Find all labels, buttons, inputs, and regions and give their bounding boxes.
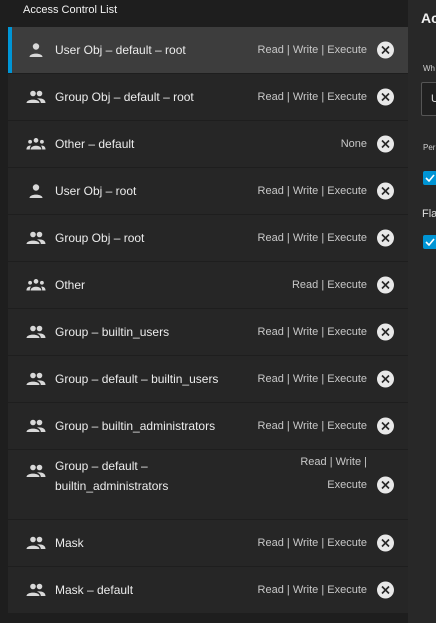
group-icon	[26, 230, 46, 246]
who-select[interactable]: U	[421, 82, 436, 116]
acl-entry-permissions: Read | Execute	[291, 278, 367, 291]
acl-entry-mask-default[interactable]: Mask – default Read | Write | Execute	[8, 566, 408, 613]
editor-title: Ac	[421, 10, 436, 26]
acl-entry-permissions: Read | Write | Execute	[257, 536, 367, 549]
acl-entry-group-builtin-users[interactable]: Group – builtin_users Read | Write | Exe…	[8, 308, 408, 355]
acl-entry-label: Group – default – builtin_users	[55, 372, 219, 386]
acl-entry-label: Other	[55, 278, 86, 292]
acl-entry-group-obj-default-root[interactable]: Group Obj – default – root Read | Write …	[8, 73, 408, 120]
acl-entry-label: Group Obj – root	[55, 231, 145, 245]
acl-entry-label: Group – builtin_users	[55, 325, 170, 339]
acl-entry-user-obj-default-root[interactable]: User Obj – default – root Read | Write |…	[8, 26, 408, 73]
acl-entry-group-obj-root[interactable]: Group Obj – root Read | Write | Execute	[8, 214, 408, 261]
acl-entry-label: Group Obj – default – root	[55, 90, 194, 104]
group-icon	[26, 463, 46, 479]
group-icon	[26, 324, 46, 340]
acl-entry-permissions: Read | Write | Execute	[257, 90, 367, 103]
acl-entry-permissions: Read | Write | Execute	[257, 583, 367, 596]
acl-entry-permissions: Read | Write | Execute	[257, 372, 367, 385]
who-label: Wh	[423, 64, 435, 73]
flags-checkbox[interactable]	[423, 235, 436, 249]
remove-entry-button[interactable]	[377, 41, 394, 59]
acl-entry-permissions: Read | Write | Execute	[257, 325, 367, 338]
acl-entry-permissions: Read | Write | Execute	[257, 43, 367, 56]
acl-entry-label-line: Group – default –	[55, 459, 148, 473]
close-icon	[381, 280, 390, 290]
acl-entry-label: User Obj – root	[55, 184, 137, 198]
user-icon	[26, 42, 46, 58]
close-icon	[381, 139, 390, 149]
acl-entry-permissions: Read | Write | Execute	[257, 419, 367, 432]
acl-entry-permissions-line: Execute	[327, 479, 367, 491]
acl-entry-label: Mask – default	[55, 583, 134, 597]
acl-entry-label: User Obj – default – root	[55, 43, 186, 57]
remove-entry-button[interactable]	[377, 323, 394, 341]
remove-entry-button[interactable]	[377, 534, 394, 552]
acl-entry-mask[interactable]: Mask Read | Write | Execute	[8, 519, 408, 566]
remove-entry-button[interactable]	[377, 370, 394, 388]
permissions-label: Per	[423, 143, 436, 152]
close-icon	[381, 538, 390, 548]
remove-entry-button[interactable]	[377, 135, 394, 153]
acl-entry-label: Group – builtin_administrators	[55, 419, 216, 433]
close-icon	[381, 45, 390, 55]
close-icon	[381, 585, 390, 595]
close-icon	[381, 480, 390, 489]
acl-entry-permissions: Read | Write | Execute	[277, 451, 367, 497]
acl-entry-permissions: None	[340, 137, 367, 150]
close-icon	[381, 92, 390, 102]
checkmark-icon	[425, 238, 435, 246]
acl-list: User Obj – default – root Read | Write |…	[8, 26, 408, 613]
group-icon	[26, 418, 46, 434]
others-icon	[26, 136, 46, 152]
remove-entry-button[interactable]	[377, 476, 394, 493]
remove-entry-button[interactable]	[377, 88, 394, 106]
flags-label: Fla	[422, 208, 436, 220]
checkmark-icon	[425, 174, 435, 182]
remove-entry-button[interactable]	[377, 229, 394, 247]
remove-entry-button[interactable]	[377, 182, 394, 200]
permission-checkbox[interactable]	[423, 171, 436, 185]
close-icon	[381, 374, 390, 384]
close-icon	[381, 186, 390, 196]
acl-entry-label: Mask	[55, 536, 84, 550]
close-icon	[381, 421, 390, 431]
acl-panel: Access Control List User Obj – default –…	[0, 0, 408, 623]
acl-entry-user-obj-root[interactable]: User Obj – root Read | Write | Execute	[8, 167, 408, 214]
acl-entry-permissions-line: Read | Write |	[300, 456, 367, 468]
acl-entry-label-line: builtin_administrators	[55, 479, 169, 493]
others-icon	[26, 277, 46, 293]
acl-entry-other-default[interactable]: Other – default None	[8, 120, 408, 167]
acl-entry-group-default-builtin-administrators[interactable]: Group – default – builtin_administrators…	[8, 449, 408, 519]
remove-entry-button[interactable]	[377, 276, 394, 294]
group-icon	[26, 535, 46, 551]
acl-entry-label: Other – default	[55, 137, 135, 151]
close-icon	[381, 327, 390, 337]
acl-entry-permissions: Read | Write | Execute	[257, 184, 367, 197]
acl-entry-permissions: Read | Write | Execute	[257, 231, 367, 244]
acl-section-title: Access Control List	[23, 4, 118, 16]
acl-entry-group-default-builtin-users[interactable]: Group – default – builtin_users Read | W…	[8, 355, 408, 402]
close-icon	[381, 233, 390, 243]
group-icon	[26, 89, 46, 105]
remove-entry-button[interactable]	[377, 417, 394, 435]
acl-entry-group-builtin-administrators[interactable]: Group – builtin_administrators Read | Wr…	[8, 402, 408, 449]
group-icon	[26, 582, 46, 598]
acl-entry-label: Group – default – builtin_administrators	[55, 456, 205, 496]
acl-editor-panel: Ac Wh U Per Fla	[408, 0, 436, 623]
remove-entry-button[interactable]	[377, 581, 394, 599]
who-select-value: U	[431, 93, 436, 105]
acl-entry-other[interactable]: Other Read | Execute	[8, 261, 408, 308]
group-icon	[26, 371, 46, 387]
user-icon	[26, 183, 46, 199]
